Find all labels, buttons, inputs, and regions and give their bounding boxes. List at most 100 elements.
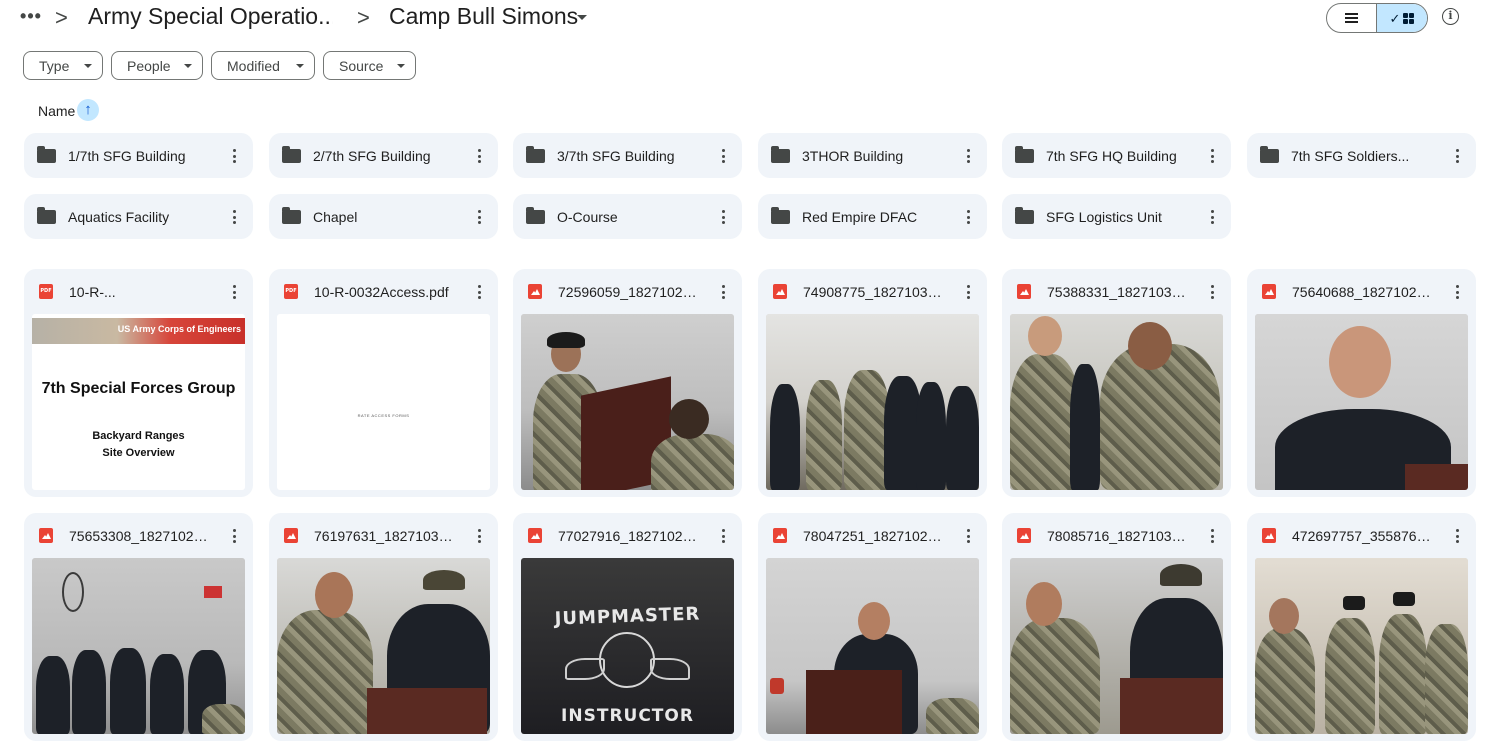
more-options-icon[interactable] bbox=[966, 529, 970, 543]
folder-item[interactable]: 7th SFG Soldiers... bbox=[1247, 133, 1476, 178]
folder-icon bbox=[771, 146, 790, 163]
grid-view-button[interactable]: ✓ bbox=[1377, 4, 1427, 32]
thumbnail-subtitle: Backyard Ranges bbox=[92, 430, 185, 442]
folder-item[interactable]: O-Course bbox=[513, 194, 742, 239]
folder-name: 2/7th SFG Building bbox=[313, 148, 431, 164]
folder-name: 3/7th SFG Building bbox=[557, 148, 675, 164]
folder-item[interactable]: 2/7th SFG Building bbox=[269, 133, 498, 178]
header-bar: ••• > Army Special Operatio... > Camp Bu… bbox=[0, 0, 1500, 40]
file-card[interactable]: 10-R-0032Access.pdf RATE ACCESS FORMS bbox=[269, 269, 498, 497]
more-options-icon[interactable] bbox=[721, 529, 725, 543]
folder-icon bbox=[771, 207, 790, 224]
folder-icon bbox=[1015, 207, 1034, 224]
chevron-down-icon[interactable] bbox=[577, 15, 587, 20]
more-options-icon[interactable] bbox=[232, 285, 236, 299]
file-card[interactable]: 75640688_18271024207... bbox=[1247, 269, 1476, 497]
more-options-icon[interactable] bbox=[1455, 285, 1459, 299]
sort-name-label[interactable]: Name bbox=[38, 103, 75, 119]
folder-item[interactable]: SFG Logistics Unit bbox=[1002, 194, 1231, 239]
pdf-thumbnail: US Army Corps of Engineers 7th Special F… bbox=[32, 314, 245, 490]
file-card[interactable]: 72596059_18271027047... bbox=[513, 269, 742, 497]
folder-item[interactable]: 3THOR Building bbox=[758, 133, 987, 178]
thumbnail-title: 7th Special Forces Group bbox=[41, 380, 236, 397]
list-view-button[interactable] bbox=[1327, 4, 1378, 32]
more-options-icon[interactable] bbox=[477, 285, 481, 299]
sort-direction-arrow-icon[interactable]: ↑ bbox=[77, 99, 99, 121]
more-options-icon[interactable] bbox=[1455, 149, 1459, 163]
breadcrumb-parent[interactable]: Army Special Operatio... bbox=[88, 3, 333, 30]
image-icon bbox=[1262, 284, 1276, 299]
folder-item[interactable]: 3/7th SFG Building bbox=[513, 133, 742, 178]
more-options-icon[interactable] bbox=[232, 210, 236, 224]
more-options-icon[interactable] bbox=[232, 149, 236, 163]
file-card[interactable]: 74908775_18271031774... bbox=[758, 269, 987, 497]
file-name: 75388331_18271030148... bbox=[1047, 284, 1192, 300]
folder-item[interactable]: Aquatics Facility bbox=[24, 194, 253, 239]
file-name: 78047251_18271022744... bbox=[803, 528, 948, 544]
file-card[interactable]: 75653308_18271023008... bbox=[24, 513, 253, 741]
breadcrumb-current[interactable]: Camp Bull Simons bbox=[389, 3, 578, 30]
file-card[interactable]: 78085716_18271035276... bbox=[1002, 513, 1231, 741]
more-options-icon[interactable] bbox=[1210, 285, 1214, 299]
chevron-right-icon: > bbox=[357, 5, 370, 30]
more-options-icon[interactable] bbox=[477, 149, 481, 163]
more-options-icon[interactable] bbox=[966, 285, 970, 299]
more-options-icon[interactable] bbox=[232, 529, 236, 543]
image-icon bbox=[284, 528, 298, 543]
folder-item[interactable]: 7th SFG HQ Building bbox=[1002, 133, 1231, 178]
filter-source-chip[interactable]: Source bbox=[323, 51, 416, 80]
file-name: 72596059_18271027047... bbox=[558, 284, 703, 300]
more-options-icon[interactable] bbox=[1210, 210, 1214, 224]
filter-type-label: Type bbox=[39, 57, 70, 74]
more-options-icon[interactable] bbox=[721, 210, 725, 224]
pdf-icon bbox=[284, 284, 298, 299]
file-card[interactable]: 75388331_18271030148... bbox=[1002, 269, 1231, 497]
folder-item[interactable]: Red Empire DFAC bbox=[758, 194, 987, 239]
more-options-icon[interactable] bbox=[1455, 529, 1459, 543]
thumbnail-banner-text: US Army Corps of Engineers bbox=[117, 324, 241, 334]
more-breadcrumbs-button[interactable]: ••• bbox=[19, 6, 43, 30]
more-options-icon[interactable] bbox=[1210, 149, 1214, 163]
more-options-icon[interactable] bbox=[966, 149, 970, 163]
caret-down-icon bbox=[84, 64, 92, 68]
file-card[interactable]: 472697757_355876535... bbox=[1247, 513, 1476, 741]
file-name: 472697757_355876535... bbox=[1292, 528, 1437, 544]
filter-modified-label: Modified bbox=[227, 57, 280, 74]
info-icon[interactable]: i bbox=[1442, 8, 1459, 25]
folder-icon bbox=[1015, 146, 1034, 163]
more-options-icon[interactable] bbox=[721, 149, 725, 163]
folder-icon bbox=[282, 146, 301, 163]
file-card[interactable]: 10-R-... US Army Corps of Engineers 7th … bbox=[24, 269, 253, 497]
folder-name: SFG Logistics Unit bbox=[1046, 209, 1162, 225]
more-options-icon[interactable] bbox=[477, 210, 481, 224]
file-card[interactable]: 78047251_18271022744... bbox=[758, 513, 987, 741]
more-options-icon[interactable] bbox=[1210, 529, 1214, 543]
file-name: 74908775_18271031774... bbox=[803, 284, 948, 300]
folder-item[interactable]: Chapel bbox=[269, 194, 498, 239]
filter-modified-chip[interactable]: Modified bbox=[211, 51, 315, 80]
file-card[interactable]: 77027916_18271022174... JUMPMASTER INSTR… bbox=[513, 513, 742, 741]
image-thumbnail bbox=[32, 558, 245, 734]
file-name: 75640688_18271024207... bbox=[1292, 284, 1437, 300]
chevron-right-icon: > bbox=[55, 5, 68, 30]
filter-people-chip[interactable]: People bbox=[111, 51, 203, 80]
image-thumbnail bbox=[766, 558, 979, 734]
folder-icon bbox=[1260, 146, 1279, 163]
folder-item[interactable]: 1/7th SFG Building bbox=[24, 133, 253, 178]
more-options-icon[interactable] bbox=[477, 529, 481, 543]
file-name: 75653308_18271023008... bbox=[69, 528, 214, 544]
more-options-icon[interactable] bbox=[721, 285, 725, 299]
more-options-icon[interactable] bbox=[966, 210, 970, 224]
image-icon bbox=[1262, 528, 1276, 543]
file-card[interactable]: 76197631_18271033440... bbox=[269, 513, 498, 741]
pdf-thumbnail: RATE ACCESS FORMS bbox=[277, 314, 490, 490]
filter-type-chip[interactable]: Type bbox=[23, 51, 103, 80]
list-icon bbox=[1345, 13, 1358, 23]
folder-name: 1/7th SFG Building bbox=[68, 148, 186, 164]
image-thumbnail bbox=[1010, 314, 1223, 490]
file-name: 76197631_18271033440... bbox=[314, 528, 459, 544]
filter-people-label: People bbox=[127, 57, 171, 74]
image-icon bbox=[528, 528, 542, 543]
image-thumbnail bbox=[1255, 314, 1468, 490]
thumbnail-subtitle: Site Overview bbox=[102, 447, 175, 459]
